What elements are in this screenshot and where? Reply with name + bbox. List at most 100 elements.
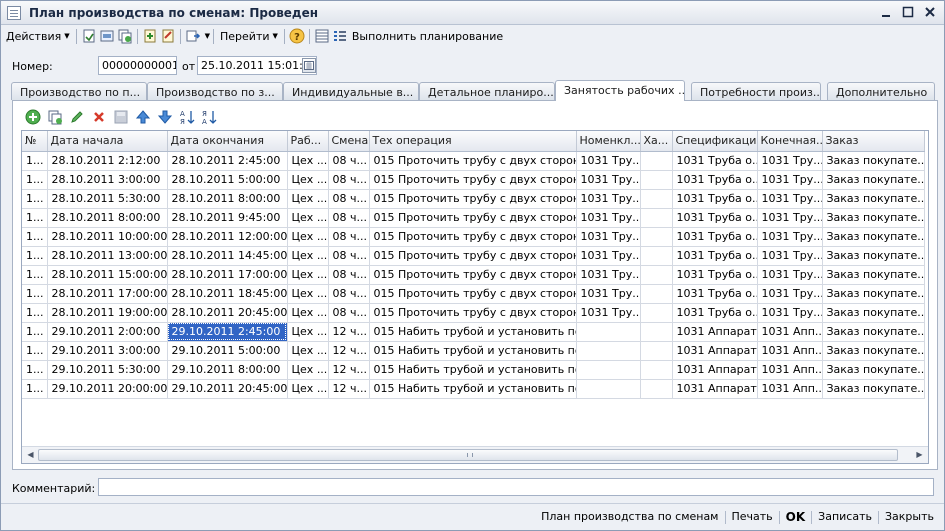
ok-button[interactable]: OK xyxy=(780,509,812,525)
column-header-start-date[interactable]: Дата начала xyxy=(47,131,168,152)
cell-number[interactable]: 1... xyxy=(22,322,48,342)
table-row[interactable]: 1... 28.10.2011 10:00:00 28.10.2011 12:00:… xyxy=(22,227,925,247)
cell-final-product[interactable]: 1031 Тру... xyxy=(757,208,823,228)
column-header-tech-operation[interactable]: Тех операция xyxy=(369,131,577,152)
cell-start-date[interactable]: 28.10.2011 8:00:00 xyxy=(47,208,168,228)
cell-end-date[interactable]: 29.10.2011 20:45:00 xyxy=(167,379,288,399)
cell-nomenclature[interactable]: 1031 Тру... xyxy=(576,284,641,304)
cell-characteristic[interactable] xyxy=(640,170,673,190)
close-icon[interactable] xyxy=(922,5,938,20)
column-header-shift[interactable]: Смена xyxy=(328,131,370,152)
column-header-nomenclature[interactable]: Номенкл... xyxy=(576,131,641,152)
cell-end-date[interactable]: 28.10.2011 18:45:00 xyxy=(167,284,288,304)
tab-production-by-plan[interactable]: Производство по п... xyxy=(11,82,147,100)
cell-order[interactable]: Заказ покупате... xyxy=(822,208,925,228)
cell-order[interactable]: Заказ покупате... xyxy=(822,360,925,380)
cell-end-date-selected[interactable]: 29.10.2011 2:45:00 xyxy=(167,322,288,342)
cell-tech-operation[interactable]: 015 Проточить трубу с двух сторон xyxy=(369,227,577,247)
cell-nomenclature[interactable]: 1031 Тру... xyxy=(576,208,641,228)
cell-order[interactable]: Заказ покупате... xyxy=(822,341,925,361)
cell-order[interactable]: Заказ покупате... xyxy=(822,151,925,171)
cell-number[interactable]: 1... xyxy=(22,265,48,285)
cell-nomenclature[interactable] xyxy=(576,379,641,399)
cell-workplace[interactable]: Цех ... xyxy=(287,303,329,323)
cell-nomenclature[interactable]: 1031 Тру... xyxy=(576,246,641,266)
cell-start-date[interactable]: 29.10.2011 20:00:00 xyxy=(47,379,168,399)
horizontal-scrollbar[interactable]: ◀ ▶ xyxy=(22,446,928,463)
cell-specification[interactable]: 1031 Аппарат xyxy=(672,322,758,342)
cell-number[interactable]: 1... xyxy=(22,341,48,361)
cell-tech-operation[interactable]: 015 Набить трубой и установить пол... xyxy=(369,379,577,399)
cell-workplace[interactable]: Цех ... xyxy=(287,170,329,190)
cell-specification[interactable]: 1031 Труба о... xyxy=(672,170,758,190)
movements-icon[interactable] xyxy=(141,28,159,45)
cell-specification[interactable]: 1031 Труба о... xyxy=(672,151,758,171)
cell-shift[interactable]: 12 ч... xyxy=(328,322,370,342)
cell-number[interactable]: 1... xyxy=(22,151,48,171)
cell-characteristic[interactable] xyxy=(640,265,673,285)
cell-specification[interactable]: 1031 Аппарат xyxy=(672,379,758,399)
cell-final-product[interactable]: 1031 Тру... xyxy=(757,189,823,209)
cell-final-product[interactable]: 1031 Тру... xyxy=(757,246,823,266)
table-row[interactable]: 1... 28.10.2011 5:30:00 28.10.2011 8:00:00… xyxy=(22,189,925,209)
cell-workplace[interactable]: Цех ... xyxy=(287,379,329,399)
add-row-icon[interactable] xyxy=(23,108,43,126)
cell-shift[interactable]: 08 ч... xyxy=(328,284,370,304)
actions-menu-button[interactable]: Действия ▼ xyxy=(3,27,73,45)
tab-workers-occupancy[interactable]: Занятость рабочих ... xyxy=(555,80,685,101)
cell-nomenclature[interactable]: 1031 Тру... xyxy=(576,189,641,209)
cell-tech-operation[interactable]: 015 Проточить трубу с двух сторон xyxy=(369,151,577,171)
delete-row-icon[interactable] xyxy=(89,108,109,126)
print-button[interactable]: Печать xyxy=(726,509,779,525)
cell-number[interactable]: 1... xyxy=(22,284,48,304)
cell-workplace[interactable]: Цех ... xyxy=(287,208,329,228)
move-up-icon[interactable] xyxy=(133,108,153,126)
cell-final-product[interactable]: 1031 Апп... xyxy=(757,341,823,361)
cell-workplace[interactable]: Цех ... xyxy=(287,246,329,266)
cell-start-date[interactable]: 29.10.2011 3:00:00 xyxy=(47,341,168,361)
calendar-icon[interactable] xyxy=(302,58,316,73)
scroll-left-icon[interactable]: ◀ xyxy=(23,448,38,462)
cell-workplace[interactable]: Цех ... xyxy=(287,189,329,209)
cell-end-date[interactable]: 28.10.2011 2:45:00 xyxy=(167,151,288,171)
table-row[interactable]: 1... 28.10.2011 2:12:00 28.10.2011 2:45:00… xyxy=(22,151,925,171)
structure-icon[interactable] xyxy=(159,28,177,45)
sort-descending-icon[interactable]: ЯA xyxy=(199,108,219,126)
cell-characteristic[interactable] xyxy=(640,379,673,399)
cell-tech-operation[interactable]: 015 Проточить трубу с двух сторон xyxy=(369,208,577,228)
cell-tech-operation[interactable]: 015 Проточить трубу с двух сторон xyxy=(369,265,577,285)
cell-final-product[interactable]: 1031 Тру... xyxy=(757,151,823,171)
workers-occupancy-table[interactable]: № Дата начала Дата окончания Раб... Смен… xyxy=(21,130,929,464)
cell-specification[interactable]: 1031 Труба о... xyxy=(672,303,758,323)
cell-nomenclature[interactable]: 1031 Тру... xyxy=(576,227,641,247)
cell-order[interactable]: Заказ покупате... xyxy=(822,284,925,304)
cell-workplace[interactable]: Цех ... xyxy=(287,227,329,247)
cell-final-product[interactable]: 1031 Тру... xyxy=(757,284,823,304)
post-document-icon[interactable] xyxy=(80,28,98,45)
help-icon[interactable]: ? xyxy=(288,28,306,45)
column-header-order[interactable]: Заказ xyxy=(822,131,925,152)
cell-number[interactable]: 1... xyxy=(22,246,48,266)
cell-characteristic[interactable] xyxy=(640,189,673,209)
cell-number[interactable]: 1... xyxy=(22,379,48,399)
cell-start-date[interactable]: 28.10.2011 17:00:00 xyxy=(47,284,168,304)
maximize-icon[interactable] xyxy=(900,5,916,20)
cell-number[interactable]: 1... xyxy=(22,208,48,228)
cell-order[interactable]: Заказ покупате... xyxy=(822,246,925,266)
cell-final-product[interactable]: 1031 Апп... xyxy=(757,360,823,380)
cell-workplace[interactable]: Цех ... xyxy=(287,284,329,304)
table-row[interactable]: 1... 28.10.2011 19:00:00 28.10.2011 20:45:… xyxy=(22,303,925,323)
cell-order[interactable]: Заказ покупате... xyxy=(822,322,925,342)
chevron-down-icon[interactable]: ▼ xyxy=(205,32,210,40)
table-view-icon[interactable] xyxy=(313,28,331,45)
cell-number[interactable]: 1... xyxy=(22,303,48,323)
table-row[interactable]: 1... 29.10.2011 3:00:00 29.10.2011 5:00:00… xyxy=(22,341,925,361)
cell-specification[interactable]: 1031 Труба о... xyxy=(672,265,758,285)
column-header-end-date[interactable]: Дата окончания xyxy=(167,131,288,152)
cell-final-product[interactable]: 1031 Апп... xyxy=(757,379,823,399)
cell-workplace[interactable]: Цех ... xyxy=(287,151,329,171)
table-row[interactable]: 1... 28.10.2011 15:00:00 28.10.2011 17:00:… xyxy=(22,265,925,285)
column-header-final-product[interactable]: Конечная... xyxy=(757,131,823,152)
cell-number[interactable]: 1... xyxy=(22,189,48,209)
table-row[interactable]: 1... 28.10.2011 17:00:00 28.10.2011 18:45:… xyxy=(22,284,925,304)
